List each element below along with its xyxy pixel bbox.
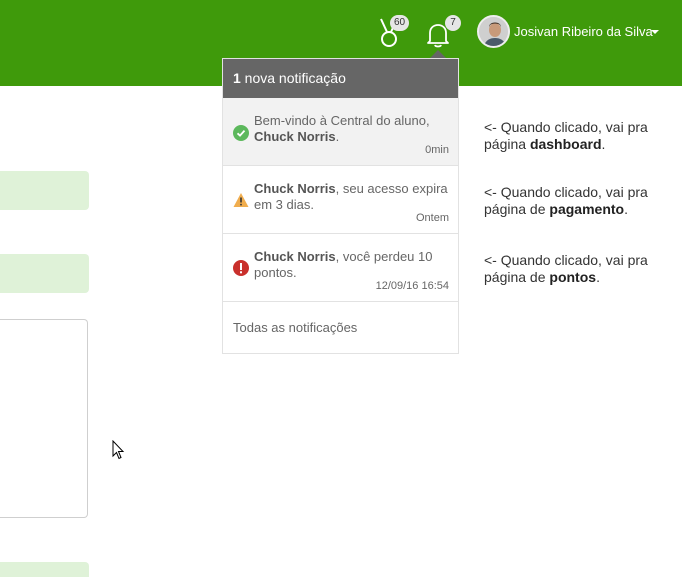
dropdown-title: nova notificação bbox=[240, 70, 346, 86]
annotation-end: . bbox=[596, 269, 600, 285]
notification-time: Ontem bbox=[415, 212, 449, 224]
annotation-pagamento: <- Quando clicado, vai pra página de pag… bbox=[484, 184, 682, 218]
notification-time: 12/09/16 16:54 bbox=[375, 280, 449, 292]
left-panel-item[interactable] bbox=[0, 254, 89, 293]
left-panel-box bbox=[0, 319, 88, 518]
annotation-target: dashboard bbox=[529, 136, 602, 152]
dropdown-pointer bbox=[430, 50, 446, 58]
notification-item[interactable]: Chuck Norris, seu acesso expira em 3 dia… bbox=[223, 166, 458, 234]
new-count: 1 bbox=[233, 70, 241, 86]
warning-triangle-icon bbox=[233, 193, 249, 207]
notification-time: 0min bbox=[425, 144, 449, 156]
annotation-target: pagamento bbox=[549, 201, 625, 217]
notification-text: Chuck Norris, seu acesso expira em 3 dia… bbox=[254, 181, 450, 213]
user-name[interactable]: Josivan Ribeiro da Silva bbox=[514, 24, 653, 39]
annotation-dashboard: <- Quando clicado, vai pra página dashbo… bbox=[484, 119, 682, 153]
annotation-end: . bbox=[601, 136, 606, 152]
left-panel-item[interactable] bbox=[0, 171, 89, 210]
notification-item[interactable]: Chuck Norris, você perdeu 10 pontos. 12/… bbox=[223, 234, 458, 302]
annotation-target: pontos bbox=[549, 269, 597, 285]
notifications-dropdown: 1 nova notificação Bem-vindo à Central d… bbox=[222, 58, 459, 354]
points-badge: 60 bbox=[390, 15, 410, 31]
notification-user: Chuck Norris bbox=[254, 249, 336, 264]
notification-user: Chuck Norris bbox=[254, 129, 336, 144]
notification-item[interactable]: Bem-vindo à Central do aluno, Chuck Norr… bbox=[223, 98, 458, 166]
notifications-badge: 7 bbox=[445, 15, 461, 31]
error-circle-icon bbox=[233, 260, 249, 276]
avatar[interactable] bbox=[477, 15, 510, 48]
chevron-down-icon[interactable] bbox=[651, 30, 659, 34]
check-circle-icon bbox=[233, 125, 249, 141]
dropdown-header: 1 nova notificação bbox=[223, 59, 458, 98]
notification-message: Bem-vindo à Central do aluno, bbox=[254, 113, 430, 128]
notification-user: Chuck Norris bbox=[254, 181, 336, 196]
left-panel-item[interactable] bbox=[0, 562, 89, 577]
annotation-end: . bbox=[624, 201, 628, 217]
notification-text: Bem-vindo à Central do aluno, Chuck Norr… bbox=[254, 113, 450, 145]
mouse-cursor-icon bbox=[112, 440, 125, 460]
annotation-pontos: <- Quando clicado, vai pra página de pon… bbox=[484, 252, 682, 286]
notification-message-end: . bbox=[335, 129, 340, 144]
notification-text: Chuck Norris, você perdeu 10 pontos. bbox=[254, 249, 450, 281]
all-notifications-link[interactable]: Todas as notificações bbox=[223, 302, 458, 354]
